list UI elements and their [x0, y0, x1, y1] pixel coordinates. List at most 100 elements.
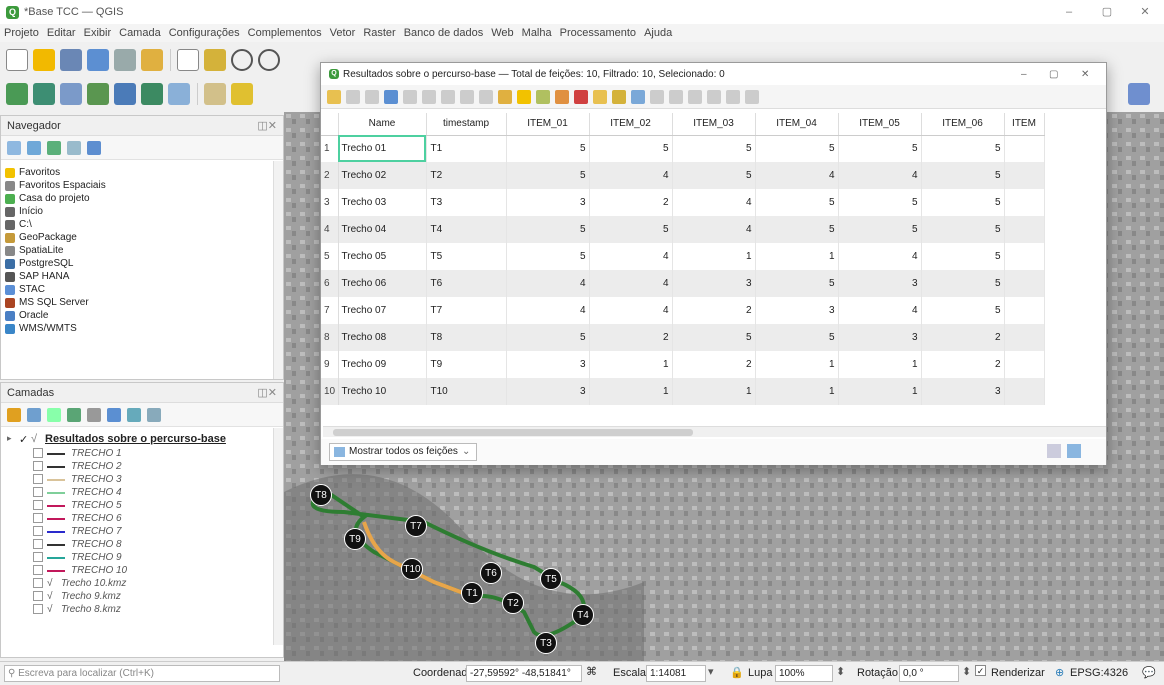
row-number[interactable]: 6: [321, 270, 339, 297]
pan-hand-icon[interactable]: [177, 49, 199, 71]
table-row[interactable]: 10 Trecho 10 T10 3 1 1 1 1 3: [321, 378, 1045, 405]
cell-item[interactable]: 3: [838, 324, 922, 351]
delete-feature-icon[interactable]: [422, 89, 436, 104]
cell-item[interactable]: 2: [589, 324, 673, 351]
marker-t7[interactable]: T7: [405, 515, 427, 537]
row-number[interactable]: 4: [321, 216, 339, 243]
help-icon[interactable]: [1128, 83, 1150, 105]
cell-name[interactable]: Trecho 10: [338, 378, 427, 405]
save-edits-icon[interactable]: [365, 89, 379, 104]
cell-item[interactable]: 5: [838, 135, 922, 162]
browser-scrollbar[interactable]: [273, 161, 283, 379]
browser-item[interactable]: Início: [1, 205, 283, 218]
layer-item[interactable]: TRECHO 4: [1, 486, 283, 499]
cut-icon[interactable]: [441, 89, 455, 104]
cell-item[interactable]: 4: [755, 162, 839, 189]
menu-item[interactable]: Camada: [119, 27, 161, 39]
table-horizontal-scrollbar[interactable]: [323, 426, 1106, 437]
layer-checkbox[interactable]: [33, 526, 43, 536]
layer-item[interactable]: TRECHO 3: [1, 473, 283, 486]
menu-item[interactable]: Editar: [47, 27, 76, 39]
open-project-icon[interactable]: [33, 49, 55, 71]
cell-item[interactable]: [1004, 189, 1045, 216]
field-calculator-icon[interactable]: [688, 89, 702, 104]
marker-t2[interactable]: T2: [502, 592, 524, 614]
minimize-button[interactable]: –: [1050, 0, 1088, 24]
browser-item[interactable]: SpatiaLite: [1, 244, 283, 257]
layer-item[interactable]: TRECHO 7: [1, 525, 283, 538]
browser-item[interactable]: STAC: [1, 283, 283, 296]
cell-name[interactable]: Trecho 06: [338, 270, 427, 297]
pan-to-selected-icon[interactable]: [612, 89, 626, 104]
row-number[interactable]: 9: [321, 351, 339, 378]
menu-item[interactable]: Raster: [363, 27, 395, 39]
browser-item[interactable]: Oracle: [1, 309, 283, 322]
cell-item[interactable]: 3: [672, 270, 756, 297]
cell-item[interactable]: 5: [755, 135, 839, 162]
deselect-icon[interactable]: [555, 89, 569, 104]
cell-item[interactable]: 4: [589, 243, 673, 270]
layer-group-row[interactable]: ▸ ✓ √ Resultados sobre o percurso-base: [1, 433, 283, 447]
cell-name[interactable]: Trecho 02: [338, 162, 427, 189]
table-row[interactable]: 3 Trecho 03 T3 3 2 4 5 5 5: [321, 189, 1045, 216]
cell-item[interactable]: 4: [838, 243, 922, 270]
restore-button[interactable]: ▢: [1088, 0, 1126, 24]
cell-item[interactable]: 4: [506, 297, 590, 324]
browser-item[interactable]: Favoritos Espaciais: [1, 179, 283, 192]
filter-icon[interactable]: [47, 140, 61, 155]
group-checkbox[interactable]: ✓: [19, 433, 28, 446]
marker-t3[interactable]: T3: [535, 632, 557, 654]
cell-name[interactable]: Trecho 05: [338, 243, 427, 270]
add-delimited-text-icon[interactable]: [60, 83, 82, 105]
column-header[interactable]: ITEM_03: [672, 113, 756, 136]
minimize-button[interactable]: –: [1021, 69, 1027, 80]
layer-item[interactable]: √ Trecho 9.kmz: [1, 590, 283, 603]
scroll-thumb[interactable]: [333, 429, 693, 436]
table-row[interactable]: 7 Trecho 07 T7 4 4 2 3 4 5: [321, 297, 1045, 324]
layer-checkbox[interactable]: [33, 500, 43, 510]
cell-item[interactable]: 1: [755, 378, 839, 405]
multi-edit-icon[interactable]: [346, 89, 360, 104]
reload-icon[interactable]: [384, 89, 398, 104]
add-wms-icon[interactable]: [114, 83, 136, 105]
new-project-icon[interactable]: [6, 49, 28, 71]
invert-selection-icon[interactable]: [536, 89, 550, 104]
cell-item[interactable]: 5: [921, 162, 1005, 189]
cell-item[interactable]: 5: [506, 243, 590, 270]
marker-t9[interactable]: T9: [344, 528, 366, 550]
cell-item[interactable]: 5: [589, 135, 673, 162]
layer-checkbox[interactable]: [33, 487, 43, 497]
cell-name[interactable]: Trecho 09: [338, 351, 427, 378]
zoom-out-icon[interactable]: [258, 49, 280, 71]
cell-item[interactable]: 3: [755, 297, 839, 324]
cell-item[interactable]: 4: [506, 270, 590, 297]
cell-timestamp[interactable]: T5: [426, 243, 507, 270]
properties-icon[interactable]: [87, 140, 101, 155]
add-raster-layer-icon[interactable]: [33, 83, 55, 105]
cell-item[interactable]: [1004, 270, 1045, 297]
select-all-icon[interactable]: [517, 89, 531, 104]
cell-timestamp[interactable]: T7: [426, 297, 507, 324]
cell-item[interactable]: 2: [921, 351, 1005, 378]
cell-item[interactable]: 3: [838, 270, 922, 297]
extents-toggle-icon[interactable]: ⌘: [586, 665, 600, 679]
browser-item[interactable]: PostgreSQL: [1, 257, 283, 270]
cell-item[interactable]: 2: [672, 351, 756, 378]
cell-item[interactable]: 5: [672, 135, 756, 162]
cell-item[interactable]: 4: [589, 270, 673, 297]
cell-name[interactable]: Trecho 04: [338, 216, 427, 243]
cell-item[interactable]: 3: [506, 189, 590, 216]
filter-expression-icon[interactable]: [87, 407, 101, 422]
layer-item[interactable]: TRECHO 9: [1, 551, 283, 564]
row-number[interactable]: 1: [321, 135, 339, 162]
add-feature-icon[interactable]: [403, 89, 417, 104]
layer-item[interactable]: TRECHO 5: [1, 499, 283, 512]
cell-item[interactable]: 1: [589, 351, 673, 378]
table-row[interactable]: 9 Trecho 09 T9 3 1 2 1 1 2: [321, 351, 1045, 378]
rotation-spin-icon[interactable]: ⬍: [962, 665, 971, 678]
menu-item[interactable]: Web: [491, 27, 513, 39]
cell-item[interactable]: 5: [921, 243, 1005, 270]
cell-timestamp[interactable]: T1: [426, 135, 507, 162]
coordinate-field[interactable]: -27,59592° -48,51841°: [466, 665, 582, 682]
column-header[interactable]: ITEM_02: [589, 113, 673, 136]
